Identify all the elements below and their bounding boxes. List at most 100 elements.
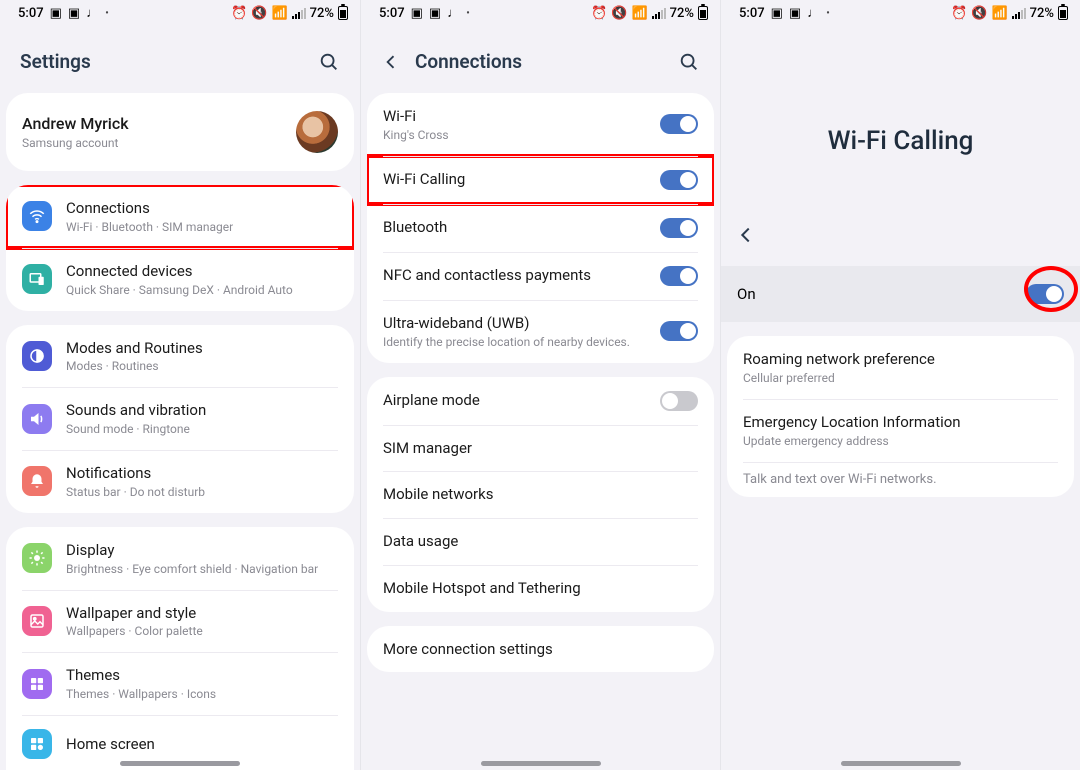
conn-item-bluetooth[interactable]: Bluetooth (367, 204, 714, 252)
wifi-icon: 📶 (271, 6, 287, 21)
item-title: Ultra-wideband (UWB) (383, 314, 660, 333)
item-title: Wallpaper and style (66, 604, 338, 623)
item-sub: King's Cross (383, 128, 660, 142)
connections-icon (22, 201, 52, 231)
image-icon: ▣ (68, 6, 80, 21)
conn-item-sim[interactable]: SIM manager (367, 425, 714, 472)
profile-card[interactable]: Andrew Myrick Samsung account (6, 93, 354, 171)
item-title: Connections (66, 199, 338, 218)
status-bar: 5:07 ▣ ▣ ♩ • ⏰ 🔇 📶 72% (361, 0, 720, 26)
music-icon: ♩ (447, 5, 460, 21)
item-sub: Identify the precise location of nearby … (383, 335, 660, 349)
item-title: Sounds and vibration (66, 401, 338, 420)
mute-icon: 🔇 (611, 6, 627, 21)
item-sub: Wallpapers · Color palette (66, 624, 338, 638)
item-title: Wi-Fi Calling (383, 170, 660, 189)
item-title: Emergency Location Information (743, 413, 1058, 432)
notifications-icon (22, 466, 52, 496)
alarm-icon: ⏰ (951, 6, 967, 21)
nav-pill[interactable] (481, 761, 601, 766)
conn-item-more[interactable]: More connection settings (367, 626, 714, 673)
conn-item-nfc[interactable]: NFC and contactless payments (367, 252, 714, 300)
screen-wifi-calling: 5:07 ▣ ▣ ♩ • ⏰ 🔇 📶 72% Wi-Fi Calling On (720, 0, 1080, 770)
settings-item-connections[interactable]: ConnectionsWi-Fi · Bluetooth · SIM manag… (6, 185, 354, 248)
nav-pill[interactable] (120, 761, 240, 766)
more-icon: • (466, 8, 470, 19)
image-icon: ▣ (429, 6, 441, 21)
page-header: Connections (361, 26, 720, 93)
signal-icon (1012, 8, 1026, 19)
image-icon: ▣ (789, 6, 801, 21)
item-sub: Cellular preferred (743, 371, 1058, 385)
item-sub: Modes · Routines (66, 359, 338, 373)
item-sub: Sound mode · Ringtone (66, 422, 338, 436)
conn-item-data[interactable]: Data usage (367, 518, 714, 565)
image-icon: ▣ (771, 6, 783, 21)
settings-item-display[interactable]: DisplayBrightness · Eye comfort shield ·… (6, 527, 354, 590)
connected-devices-icon (22, 264, 52, 294)
back-icon[interactable] (381, 52, 401, 72)
page-title: Connections (415, 50, 522, 73)
image-icon: ▣ (411, 6, 423, 21)
back-icon[interactable] (735, 224, 757, 246)
settings-item-connected-devices[interactable]: Connected devices Quick Share · Samsung D… (6, 248, 354, 311)
settings-item-themes[interactable]: Themes Themes · Wallpapers · Icons (6, 652, 354, 715)
profile-sub: Samsung account (22, 136, 296, 150)
battery-percent: 72% (310, 6, 334, 21)
item-title: Wi-Fi (383, 107, 660, 126)
item-title: Mobile networks (383, 485, 698, 504)
wfc-item-roaming[interactable]: Roaming network preference Cellular prefe… (727, 336, 1074, 399)
master-toggle-label: On (737, 285, 756, 303)
status-clock: 5:07 (379, 6, 405, 21)
wifi-calling-toggle[interactable] (660, 170, 698, 190)
item-title: Connected devices (66, 262, 338, 281)
bluetooth-toggle[interactable] (660, 218, 698, 238)
screen-settings: 5:07 ▣ ▣ ♩ • ⏰ 🔇 📶 72% Settings (0, 0, 360, 770)
master-toggle-row[interactable]: On (721, 266, 1080, 322)
item-title: Roaming network preference (743, 350, 1058, 369)
wifi-toggle[interactable] (660, 114, 698, 134)
conn-item-wifi[interactable]: Wi-Fi King's Cross (367, 93, 714, 156)
wfc-item-emergency[interactable]: Emergency Location InformationUpdate eme… (727, 399, 1074, 462)
battery-icon (698, 6, 708, 20)
item-title: SIM manager (383, 439, 698, 458)
airplane-toggle[interactable] (660, 391, 698, 411)
alarm-icon: ⏰ (591, 6, 607, 21)
item-title: NFC and contactless payments (383, 266, 660, 285)
master-toggle[interactable] (1026, 284, 1064, 304)
settings-item-wallpaper[interactable]: Wallpaper and styleWallpapers · Color pa… (6, 590, 354, 653)
conn-item-hotspot[interactable]: Mobile Hotspot and Tethering (367, 565, 714, 612)
wifi-icon: 📶 (631, 6, 647, 21)
page-title: Wi-Fi Calling (721, 26, 1080, 216)
conn-item-airplane[interactable]: Airplane mode (367, 377, 714, 425)
search-icon[interactable] (678, 51, 700, 73)
music-icon: ♩ (86, 5, 99, 21)
battery-percent: 72% (1030, 6, 1054, 21)
item-sub: Themes · Wallpapers · Icons (66, 687, 338, 701)
search-icon[interactable] (318, 51, 340, 73)
status-clock: 5:07 (18, 6, 44, 21)
avatar[interactable] (296, 111, 338, 153)
settings-item-sounds[interactable]: Sounds and vibration Sound mode · Rington… (6, 387, 354, 450)
modes-icon (22, 341, 52, 371)
nfc-toggle[interactable] (660, 266, 698, 286)
signal-icon (292, 8, 306, 19)
conn-item-uwb[interactable]: Ultra-wideband (UWB) Identify the precise… (367, 300, 714, 363)
settings-item-notifications[interactable]: NotificationsStatus bar · Do not disturb (6, 450, 354, 513)
alarm-icon: ⏰ (231, 6, 247, 21)
more-icon: • (826, 8, 830, 19)
wifi-icon: 📶 (991, 6, 1007, 21)
item-title: Themes (66, 666, 338, 685)
nav-pill[interactable] (841, 761, 961, 766)
battery-icon (1058, 6, 1068, 20)
conn-item-wifi-calling[interactable]: Wi-Fi Calling (367, 156, 714, 204)
mute-icon: 🔇 (971, 6, 987, 21)
item-title: Mobile Hotspot and Tethering (383, 579, 698, 598)
status-bar: 5:07 ▣ ▣ ♩ • ⏰ 🔇 📶 72% (0, 0, 360, 26)
item-sub: Status bar · Do not disturb (66, 485, 338, 499)
conn-item-mobile[interactable]: Mobile networks (367, 471, 714, 518)
uwb-toggle[interactable] (660, 321, 698, 341)
item-sub: Quick Share · Samsung DeX · Android Auto (66, 283, 338, 297)
settings-item-modes[interactable]: Modes and RoutinesModes · Routines (6, 325, 354, 388)
image-icon: ▣ (50, 6, 62, 21)
